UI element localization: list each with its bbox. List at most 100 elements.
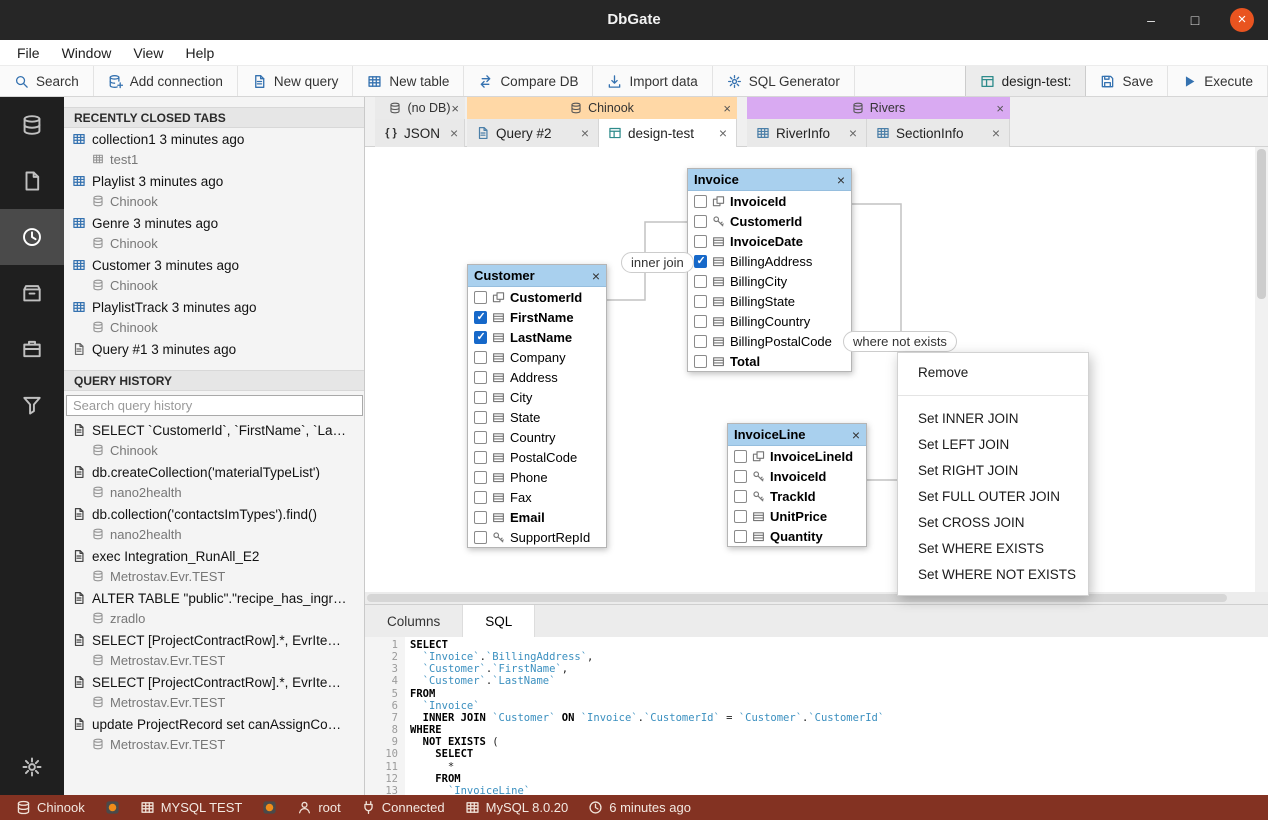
context-menu-item[interactable]: Set WHERE NOT EXISTS	[898, 562, 1088, 588]
menu-item[interactable]: View	[122, 40, 174, 66]
menu-item[interactable]: Help	[174, 40, 225, 66]
query-history-item[interactable]: SELECT `CustomerId`, `FirstName`, `La… C…	[64, 419, 364, 461]
designer-canvas[interactable]: inner join where not exists Invoice × Inv…	[365, 147, 1268, 604]
table-column-row[interactable]: FirstName	[468, 307, 606, 327]
table-column-row[interactable]: City	[468, 387, 606, 407]
activity-archive-button[interactable]	[0, 265, 64, 321]
table-column-row[interactable]: Country	[468, 427, 606, 447]
table-column-row[interactable]: InvoiceId	[728, 466, 866, 486]
toolbar-action-button[interactable]: Execute	[1168, 66, 1268, 96]
database-tab-group[interactable]: Rivers ×	[747, 97, 1010, 119]
settings-button[interactable]	[0, 739, 64, 795]
join-type-label[interactable]: inner join	[621, 252, 694, 273]
designer-table-card[interactable]: InvoiceLine × InvoiceLineId InvoiceId Tr…	[727, 423, 867, 547]
context-menu-item[interactable]: Set LEFT JOIN	[898, 432, 1088, 458]
table-column-row[interactable]: TrackId	[728, 486, 866, 506]
table-column-row[interactable]: UnitPrice	[728, 506, 866, 526]
minimize-button[interactable]: –	[1142, 12, 1160, 28]
vertical-scrollbar-thumb[interactable]	[1257, 149, 1266, 299]
close-group-icon[interactable]: ×	[996, 101, 1004, 116]
toolbar-button[interactable]: Search	[0, 66, 94, 96]
context-menu-item[interactable]: Set RIGHT JOIN	[898, 458, 1088, 484]
sql-code[interactable]: SELECT `Invoice`.`BillingAddress`, `Cust…	[405, 637, 1268, 795]
column-checkbox[interactable]	[694, 294, 707, 308]
close-table-icon[interactable]: ×	[837, 172, 845, 188]
table-column-row[interactable]: BillingAddress	[688, 251, 851, 271]
horizontal-scrollbar[interactable]	[365, 592, 1268, 604]
table-column-row[interactable]: Fax	[468, 487, 606, 507]
column-checkbox[interactable]	[474, 490, 487, 504]
column-checkbox[interactable]	[734, 509, 747, 523]
table-column-row[interactable]: Total	[688, 351, 851, 371]
tab[interactable]: SectionInfo ×	[867, 119, 1010, 147]
column-checkbox[interactable]	[734, 449, 747, 463]
column-checkbox[interactable]	[474, 530, 487, 544]
table-card-header[interactable]: Customer ×	[468, 265, 606, 287]
designer-table-card[interactable]: Invoice × InvoiceId CustomerId InvoiceDa…	[687, 168, 852, 372]
closed-tab-item[interactable]: collection1 3 minutes ago test1	[64, 128, 364, 170]
table-column-row[interactable]: LastName	[468, 327, 606, 347]
close-tab-icon[interactable]: ×	[988, 125, 1000, 141]
close-table-icon[interactable]: ×	[592, 268, 600, 284]
status-item[interactable]	[105, 800, 120, 815]
query-history-item[interactable]: ALTER TABLE "public"."recipe_has_ingr… z…	[64, 587, 364, 629]
column-checkbox[interactable]	[474, 290, 487, 304]
close-tab-icon[interactable]: ×	[446, 125, 458, 141]
table-column-row[interactable]: InvoiceId	[688, 191, 851, 211]
column-checkbox[interactable]	[474, 510, 487, 524]
table-column-row[interactable]: Company	[468, 347, 606, 367]
toolbar-action-button[interactable]: Save	[1086, 66, 1169, 96]
column-checkbox[interactable]	[694, 254, 707, 268]
column-checkbox[interactable]	[694, 334, 707, 348]
table-column-row[interactable]: BillingPostalCode	[688, 331, 851, 351]
column-checkbox[interactable]	[474, 410, 487, 424]
table-column-row[interactable]: State	[468, 407, 606, 427]
table-column-row[interactable]: PostalCode	[468, 447, 606, 467]
closed-tab-item[interactable]: PlaylistTrack 3 minutes ago Chinook	[64, 296, 364, 338]
table-column-row[interactable]: Quantity	[728, 526, 866, 546]
tab[interactable]: RiverInfo ×	[747, 119, 867, 147]
column-checkbox[interactable]	[694, 314, 707, 328]
toolbar-button[interactable]: Import data	[593, 66, 713, 96]
query-history-item[interactable]: exec Integration_RunAll_E2 Metrostav.Evr…	[64, 545, 364, 587]
close-group-icon[interactable]: ×	[723, 101, 731, 116]
table-column-row[interactable]: Phone	[468, 467, 606, 487]
query-history-item[interactable]: db.collection('contactsImTypes').find() …	[64, 503, 364, 545]
closed-tab-item[interactable]: Query #1 3 minutes ago	[64, 338, 364, 360]
column-checkbox[interactable]	[694, 274, 707, 288]
query-history-item[interactable]: update ProjectRecord set canAssignCo… Me…	[64, 713, 364, 755]
status-item[interactable]: Connected	[361, 800, 445, 815]
context-menu-item[interactable]: Set FULL OUTER JOIN	[898, 484, 1088, 510]
table-card-header[interactable]: Invoice ×	[688, 169, 851, 191]
table-column-row[interactable]: BillingCountry	[688, 311, 851, 331]
close-tab-icon[interactable]: ×	[715, 125, 727, 141]
activity-files-button[interactable]	[0, 153, 64, 209]
table-column-row[interactable]: BillingState	[688, 291, 851, 311]
closed-tab-item[interactable]: Genre 3 minutes ago Chinook	[64, 212, 364, 254]
activity-history-button[interactable]	[0, 209, 64, 265]
context-menu-item[interactable]: Set INNER JOIN	[898, 406, 1088, 432]
table-column-row[interactable]: BillingCity	[688, 271, 851, 291]
status-item[interactable]: 6 minutes ago	[588, 800, 691, 815]
column-checkbox[interactable]	[474, 390, 487, 404]
tab[interactable]: Query #2 ×	[467, 119, 599, 147]
table-column-row[interactable]: Address	[468, 367, 606, 387]
bottom-tab[interactable]: Columns	[365, 605, 464, 637]
activity-connections-button[interactable]	[0, 97, 64, 153]
column-checkbox[interactable]	[474, 370, 487, 384]
column-checkbox[interactable]	[694, 234, 707, 248]
status-item[interactable]	[262, 800, 277, 815]
horizontal-scrollbar-thumb[interactable]	[367, 594, 1227, 602]
context-menu-item[interactable]: Set CROSS JOIN	[898, 510, 1088, 536]
context-menu-item[interactable]: Remove	[898, 360, 1088, 386]
tab[interactable]: { } JSON ×	[375, 119, 465, 147]
query-history-item[interactable]: SELECT [ProjectContractRow].*, EvrIte… M…	[64, 629, 364, 671]
column-checkbox[interactable]	[474, 430, 487, 444]
column-checkbox[interactable]	[734, 489, 747, 503]
table-column-row[interactable]: CustomerId	[468, 287, 606, 307]
column-checkbox[interactable]	[474, 310, 487, 324]
menu-item[interactable]: File	[6, 40, 51, 66]
close-tab-icon[interactable]: ×	[845, 125, 857, 141]
toolbar-button[interactable]: New query	[238, 66, 354, 96]
table-column-row[interactable]: Email	[468, 507, 606, 527]
